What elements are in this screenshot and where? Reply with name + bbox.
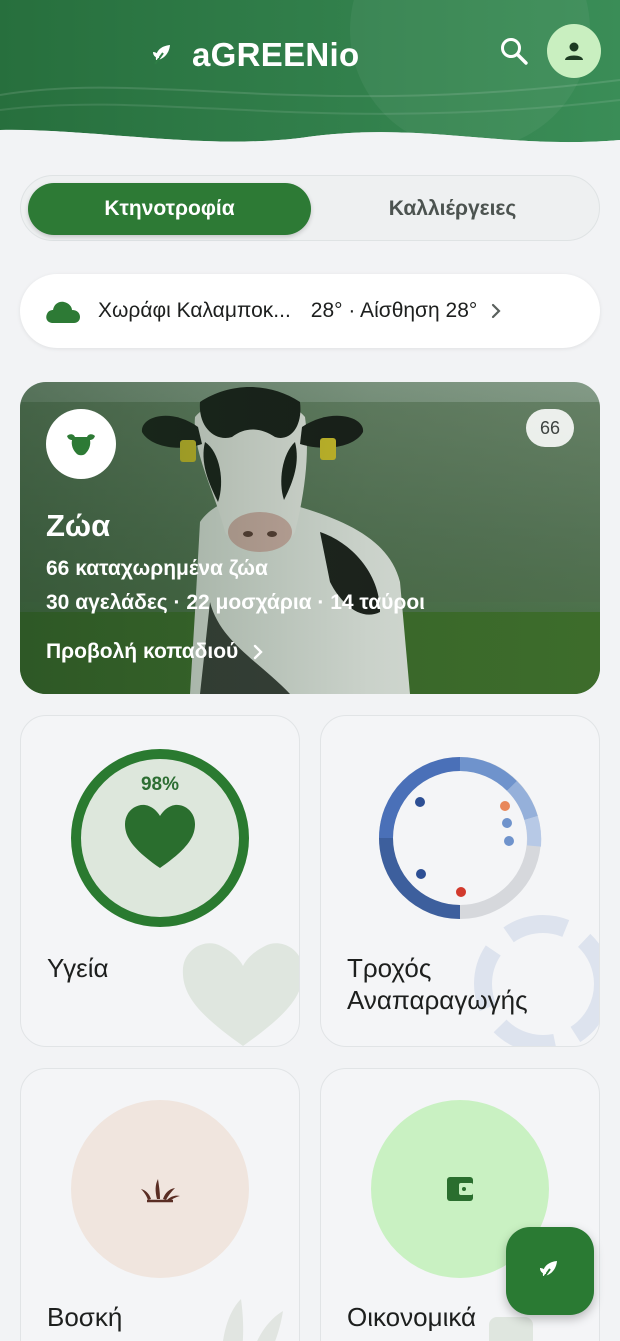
cow-head-icon bbox=[46, 409, 116, 479]
animals-count-badge: 66 bbox=[526, 409, 574, 447]
cloud-icon bbox=[46, 301, 80, 323]
search-button[interactable] bbox=[496, 33, 532, 69]
tab-livestock[interactable]: Κτηνοτροφία bbox=[28, 183, 311, 235]
health-card[interactable]: 98% Υγεία bbox=[20, 715, 300, 1047]
chevron-right-icon bbox=[254, 644, 263, 660]
view-herd-label: Προβολή κοπαδιού bbox=[46, 640, 239, 663]
chevron-right-icon bbox=[492, 303, 501, 319]
animals-breakdown: 30 αγελάδες · 22 μοσχάρια · 14 ταύροι bbox=[46, 591, 426, 614]
leaf-sprout-icon bbox=[148, 40, 178, 70]
search-icon bbox=[501, 38, 528, 65]
health-label: Υγεία bbox=[47, 953, 109, 983]
animals-registered: 66 καταχωρημένα ζώα bbox=[46, 557, 268, 580]
tab-crops[interactable]: Καλλιέργειες bbox=[311, 183, 594, 235]
grazing-card[interactable]: Βοσκή bbox=[20, 1068, 300, 1341]
section-tabs: Κτηνοτροφία Καλλιέργειες bbox=[20, 175, 600, 241]
weather-temperature: 28° · Αίσθηση 28° bbox=[310, 299, 478, 322]
app-name: aGREENio bbox=[192, 36, 360, 73]
leaf-sprout-icon bbox=[540, 1261, 557, 1281]
reproduction-label: Τροχός Αναπαραγωγής bbox=[347, 953, 528, 1015]
profile-avatar-button[interactable] bbox=[547, 24, 601, 78]
animals-title: Ζώα bbox=[46, 508, 111, 543]
reproduction-card[interactable]: Τροχός Αναπαραγωγής bbox=[320, 715, 600, 1047]
view-herd-link[interactable]: Προβολή κοπαδιού bbox=[46, 640, 264, 664]
person-icon bbox=[565, 42, 583, 60]
finance-label: Οικονομικά bbox=[347, 1302, 477, 1332]
health-percentage: 98% bbox=[140, 774, 180, 795]
wallet-icon bbox=[447, 1177, 473, 1201]
header-background bbox=[0, 0, 620, 150]
app-logo[interactable]: aGREENio bbox=[148, 36, 359, 74]
grazing-label: Βοσκή bbox=[47, 1302, 123, 1332]
weather-location: Χωράφι Καλαμποκ... bbox=[98, 299, 291, 322]
quick-action-fab[interactable] bbox=[506, 1227, 594, 1315]
weather-bar[interactable]: Χωράφι Καλαμποκ... 28° · Αίσθηση 28° bbox=[20, 274, 600, 348]
health-graphic bbox=[71, 749, 299, 1046]
app-header: aGREENio bbox=[0, 0, 620, 150]
animals-card[interactable]: 66 Ζώα 66 καταχωρημένα ζώα 30 αγελάδες ·… bbox=[20, 382, 600, 694]
